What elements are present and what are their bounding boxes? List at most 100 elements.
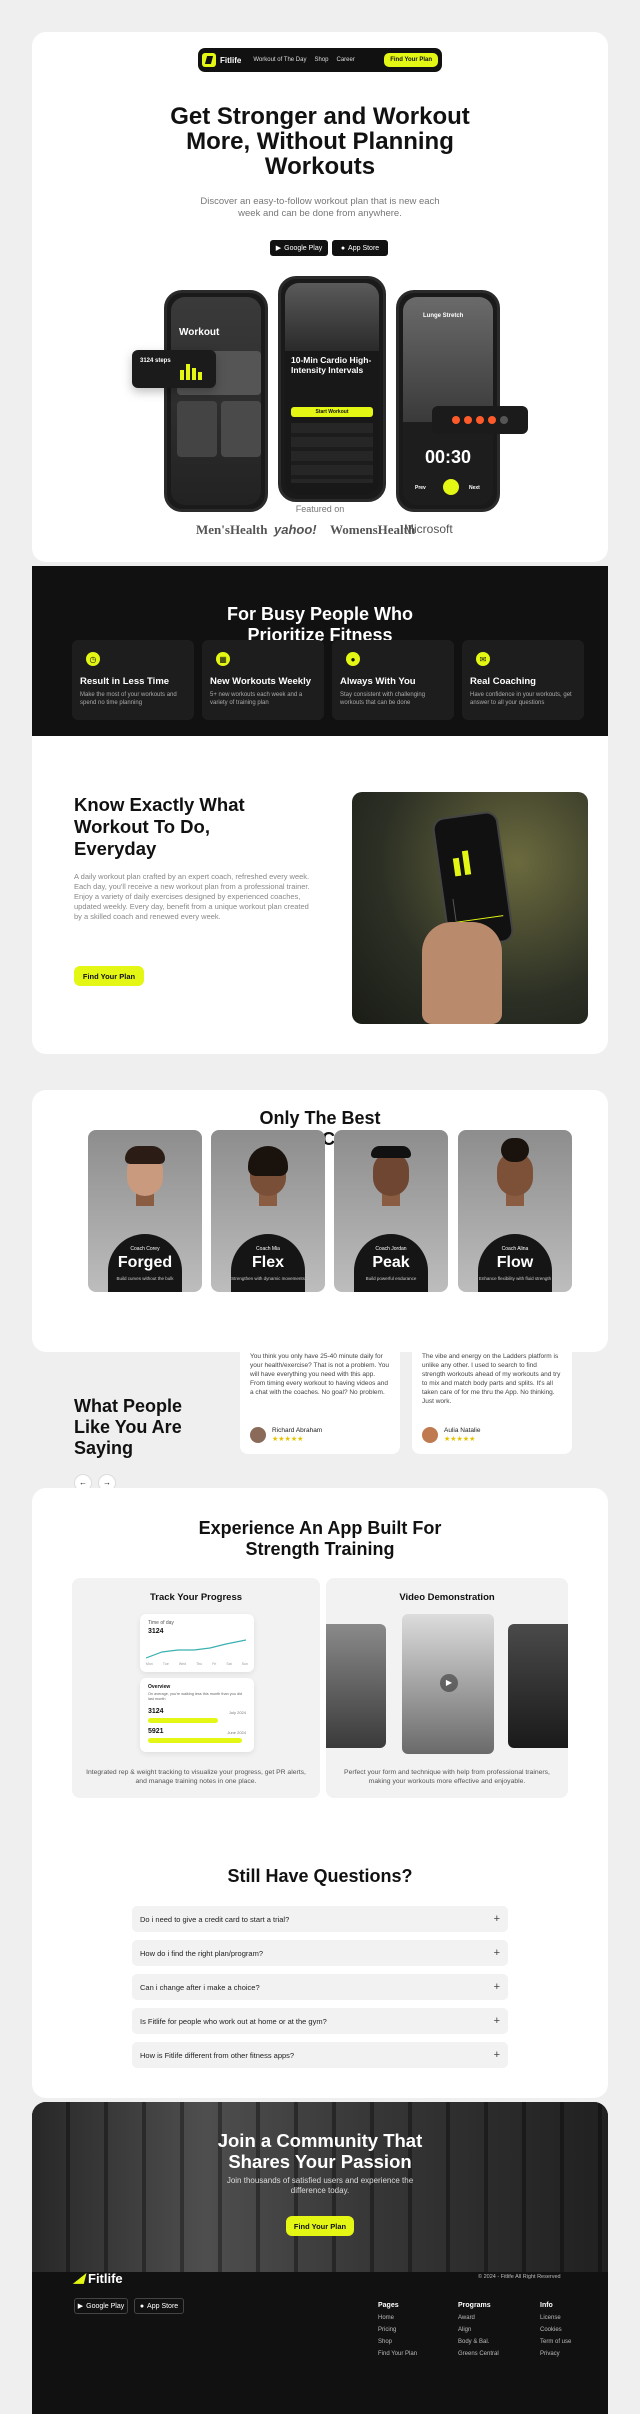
faq-item-4[interactable]: Is Fitlife for people who work out at ho… — [132, 2008, 508, 2034]
app-store-button[interactable]: ● App Store — [332, 240, 388, 256]
coach-head — [373, 1152, 409, 1196]
faq-question-2: How do i find the right plan/program? — [140, 1948, 263, 1958]
community-cta-button[interactable]: Find Your Plan — [286, 2216, 354, 2236]
nav-link-shop[interactable]: Shop — [314, 57, 328, 63]
phone-right-screen: Lunge Stretch 00:30 Prev Next — [403, 297, 493, 505]
x-label: Sat — [226, 1662, 232, 1666]
video-thumb-3 — [508, 1624, 568, 1748]
phone-right-title: Lunge Stretch — [423, 313, 464, 319]
nav-link-career[interactable]: Career — [337, 57, 355, 63]
footer-link[interactable]: Align — [458, 2324, 499, 2336]
nav-cta-button[interactable]: Find Your Plan — [384, 53, 438, 67]
steps-widget: 3124 steps — [132, 350, 216, 388]
testimonial-1-text: You think you only have 25-40 minute dai… — [250, 1353, 389, 1396]
nav-logo[interactable]: Fitlife — [202, 53, 241, 67]
coach-1-coach: Coach Corey — [130, 1246, 160, 1252]
footer-col-heading: Pages — [378, 2302, 399, 2309]
footer-link[interactable]: Award — [458, 2312, 499, 2324]
chart-x-labels: Mon Tue Wed Thu Fri Sat Sun — [146, 1662, 248, 1666]
video-thumb-2[interactable]: ▶ — [402, 1614, 494, 1754]
footer-link[interactable]: Find Your Plan — [378, 2348, 417, 2360]
feature-card-1: ◷ Result in Less Time Make the most of you… — [72, 640, 194, 720]
footer-link[interactable]: Term of use — [540, 2336, 571, 2348]
footer-app-store-button[interactable]: ● App Store — [134, 2298, 184, 2314]
footer-col-pages: Pages Home Pricing Shop Find Your Plan — [378, 2300, 417, 2360]
apple-icon: ● — [340, 244, 346, 252]
faq-item-1[interactable]: Do i need to give a credit card to start… — [132, 1906, 508, 1932]
community-subtitle: Join thousands of satisfied users and ex… — [226, 2176, 414, 2195]
community-title: Join a Community That Shares Your Passio… — [217, 2130, 423, 2172]
coach-hair — [125, 1146, 165, 1164]
faq-item-3[interactable]: Can i change after i make a choice? + — [132, 1974, 508, 2000]
coach-2-coach: Coach Mia — [256, 1246, 280, 1252]
time-of-day-label: Time of day — [148, 1620, 174, 1626]
coach-1-name: Forged — [117, 1254, 173, 1271]
footer-link[interactable]: Body & Bal. — [458, 2336, 499, 2348]
steps-stat: 3124 steps — [140, 358, 171, 364]
nav-link-workout[interactable]: Workout of The Day — [253, 57, 306, 63]
phone-middle-start-button[interactable]: Start Workout — [291, 407, 373, 417]
coach-2-name: Flex — [251, 1254, 284, 1271]
footer-link[interactable]: Privacy — [540, 2348, 571, 2360]
plus-icon: + — [493, 2015, 500, 2027]
footer-link[interactable]: Home — [378, 2312, 417, 2324]
google-play-button[interactable]: ▶ Google Play — [270, 240, 328, 256]
footer-link[interactable]: Cookies — [540, 2324, 571, 2336]
phone-left-card-2 — [221, 401, 261, 457]
coach-3-name: Peak — [372, 1254, 410, 1271]
footer-link[interactable]: Greens Central — [458, 2348, 499, 2360]
faq-question-4: Is Fitlife for people who work out at ho… — [140, 2016, 327, 2026]
footer-copyright: © 2024 - Fitlife All Right Reserved — [478, 2274, 561, 2280]
overview-bar-1 — [148, 1718, 218, 1723]
know-title: Know Exactly What Workout To Do, Everyda… — [74, 794, 245, 859]
phone-right-prev[interactable]: Prev — [415, 485, 426, 491]
logo-icon — [202, 53, 216, 67]
track-desc: Integrated rep & weight tracking to visu… — [86, 1769, 306, 1785]
timer-dot-1 — [452, 416, 460, 424]
footer-link[interactable]: Pricing — [378, 2324, 417, 2336]
user-icon: ● — [346, 652, 360, 666]
phone-right-next[interactable]: Next — [469, 485, 480, 491]
coach-card-forged[interactable]: Coach Corey Forged Build curves without … — [88, 1130, 202, 1292]
x-label: Thu — [196, 1662, 203, 1666]
plus-icon: + — [493, 2049, 500, 2061]
feature-card-2: ▦ New Workouts Weekly 5+ new workouts each… — [202, 640, 324, 720]
coach-card-flow[interactable]: Coach Alina Flow Enhance flexibility wit… — [458, 1130, 572, 1292]
feature-4-desc: Have confidence in your workouts, get an… — [470, 692, 572, 706]
footer-google-play-button[interactable]: ▶ Google Play — [74, 2298, 128, 2314]
video-card: Video Demonstration ▶ Perfect your form … — [326, 1578, 568, 1798]
overview-date-1: July 2024 — [228, 1710, 246, 1715]
timer-dot-3 — [476, 416, 484, 424]
coach-1-desc: Build curves without the bulk — [116, 1276, 174, 1281]
hand-phone-chart — [452, 892, 504, 923]
hero-title: Get Stronger and Workout More, Without P… — [170, 103, 470, 180]
plus-icon: + — [493, 1913, 500, 1925]
timer-dot-2 — [464, 416, 472, 424]
know-body: A daily workout plan crafted by an exper… — [74, 872, 310, 921]
feature-2-desc: 5+ new workouts each week and a variety … — [210, 692, 303, 706]
coach-3-desc: Build powerful endurance — [365, 1276, 417, 1281]
testimonials-title: What People Like You Are Saying — [74, 1396, 183, 1458]
overview-text: On average, you're walking less this mon… — [148, 1692, 243, 1701]
footer-col-info: Info License Cookies Term of use Privacy — [540, 2300, 571, 2360]
faq-item-2[interactable]: How do i find the right plan/program? + — [132, 1940, 508, 1966]
track-card: Track Your Progress Time of day 3124 Mon… — [72, 1578, 320, 1798]
footer-app-store-label: App Store — [147, 2302, 179, 2310]
footer-link[interactable]: Shop — [378, 2336, 417, 2348]
footer-link[interactable]: License — [540, 2312, 571, 2324]
phone-left: Workout — [164, 290, 268, 512]
footer-logo[interactable]: ◢ Fitlife — [74, 2270, 123, 2286]
avatar — [422, 1427, 438, 1443]
phone-middle-screen: 10-Min Cardio High-Intensity Intervals S… — [285, 283, 379, 495]
faq-item-5[interactable]: How is Fitlife different from other fitn… — [132, 2042, 508, 2068]
coach-card-peak[interactable]: Coach Jordan Peak Build powerful enduran… — [334, 1130, 448, 1292]
x-label: Sun — [241, 1662, 248, 1666]
clock-icon: ◷ — [86, 652, 100, 666]
coach-card-flex[interactable]: Coach Mia Flex Strengthen with dynamic m… — [211, 1130, 325, 1292]
play-icon: ▶ — [275, 245, 282, 252]
pause-button[interactable] — [443, 479, 459, 495]
phone-right-timer: 00:30 — [424, 447, 472, 467]
chat-icon: ✉ — [476, 652, 490, 666]
know-cta-button[interactable]: Find Your Plan — [74, 966, 144, 986]
track-line-chart — [146, 1639, 247, 1659]
